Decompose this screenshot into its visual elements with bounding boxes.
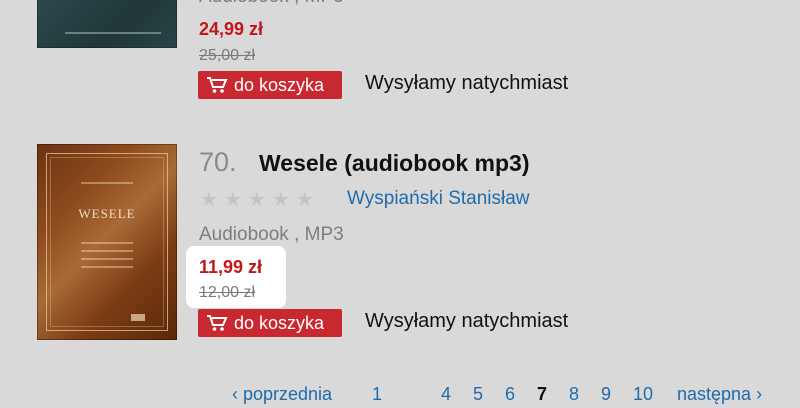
prev-page-link[interactable]: ‹ poprzednia <box>232 384 332 405</box>
star-icon[interactable]: ★ <box>200 189 218 211</box>
star-icon[interactable]: ★ <box>248 189 266 211</box>
page-link-5[interactable]: 5 <box>473 384 483 405</box>
current-page: 7 <box>537 384 548 404</box>
item-title-link[interactable]: Wesele (audiobook mp3) <box>259 150 530 177</box>
page-link-10[interactable]: 10 <box>633 384 653 405</box>
item-1-format: Audiobook , MP3 <box>199 0 344 8</box>
book-cover-1[interactable] <box>37 0 177 48</box>
next-page-link[interactable]: następna › <box>677 384 762 405</box>
page-link-8[interactable]: 8 <box>569 384 579 405</box>
pagination: ‹ poprzednia 1 4 5 6 7 8 9 10 następna › <box>0 384 800 408</box>
shopping-cart-icon <box>207 77 228 93</box>
page-link-1[interactable]: 1 <box>372 384 382 405</box>
add-to-cart-button-2[interactable]: do koszyka <box>198 309 342 337</box>
item-1-price: 24,99 zł <box>199 19 264 39</box>
item-2-shipping: Wysyłamy natychmiast <box>365 310 569 332</box>
rating-stars[interactable]: ★ ★ ★ ★ ★ <box>200 189 314 211</box>
page-link-9[interactable]: 9 <box>601 384 611 405</box>
item-2-format: Audiobook , MP3 <box>199 224 344 245</box>
cart-button-label: do koszyka <box>234 74 325 95</box>
star-icon[interactable]: ★ <box>296 189 314 211</box>
page-link-4[interactable]: 4 <box>441 384 451 405</box>
star-icon[interactable]: ★ <box>272 189 290 211</box>
author-link[interactable]: Wyspiański Stanisław <box>347 188 530 210</box>
item-2-old-price: 12,00 zł <box>199 284 256 301</box>
star-icon[interactable]: ★ <box>224 189 242 211</box>
item-1-shipping: Wysyłamy natychmiast <box>365 72 569 94</box>
cart-button-label: do koszyka <box>234 312 325 333</box>
cover-title: WESELE <box>78 206 136 221</box>
item-rank: 70. <box>199 147 237 177</box>
add-to-cart-button-1[interactable]: do koszyka <box>198 71 342 99</box>
item-1-old-price: 25,00 zł <box>199 47 256 64</box>
shopping-cart-icon <box>207 315 228 331</box>
book-cover-2[interactable]: WESELE <box>37 144 177 340</box>
page-link-6[interactable]: 6 <box>505 384 515 405</box>
item-2-price: 11,99 zł <box>199 257 263 277</box>
